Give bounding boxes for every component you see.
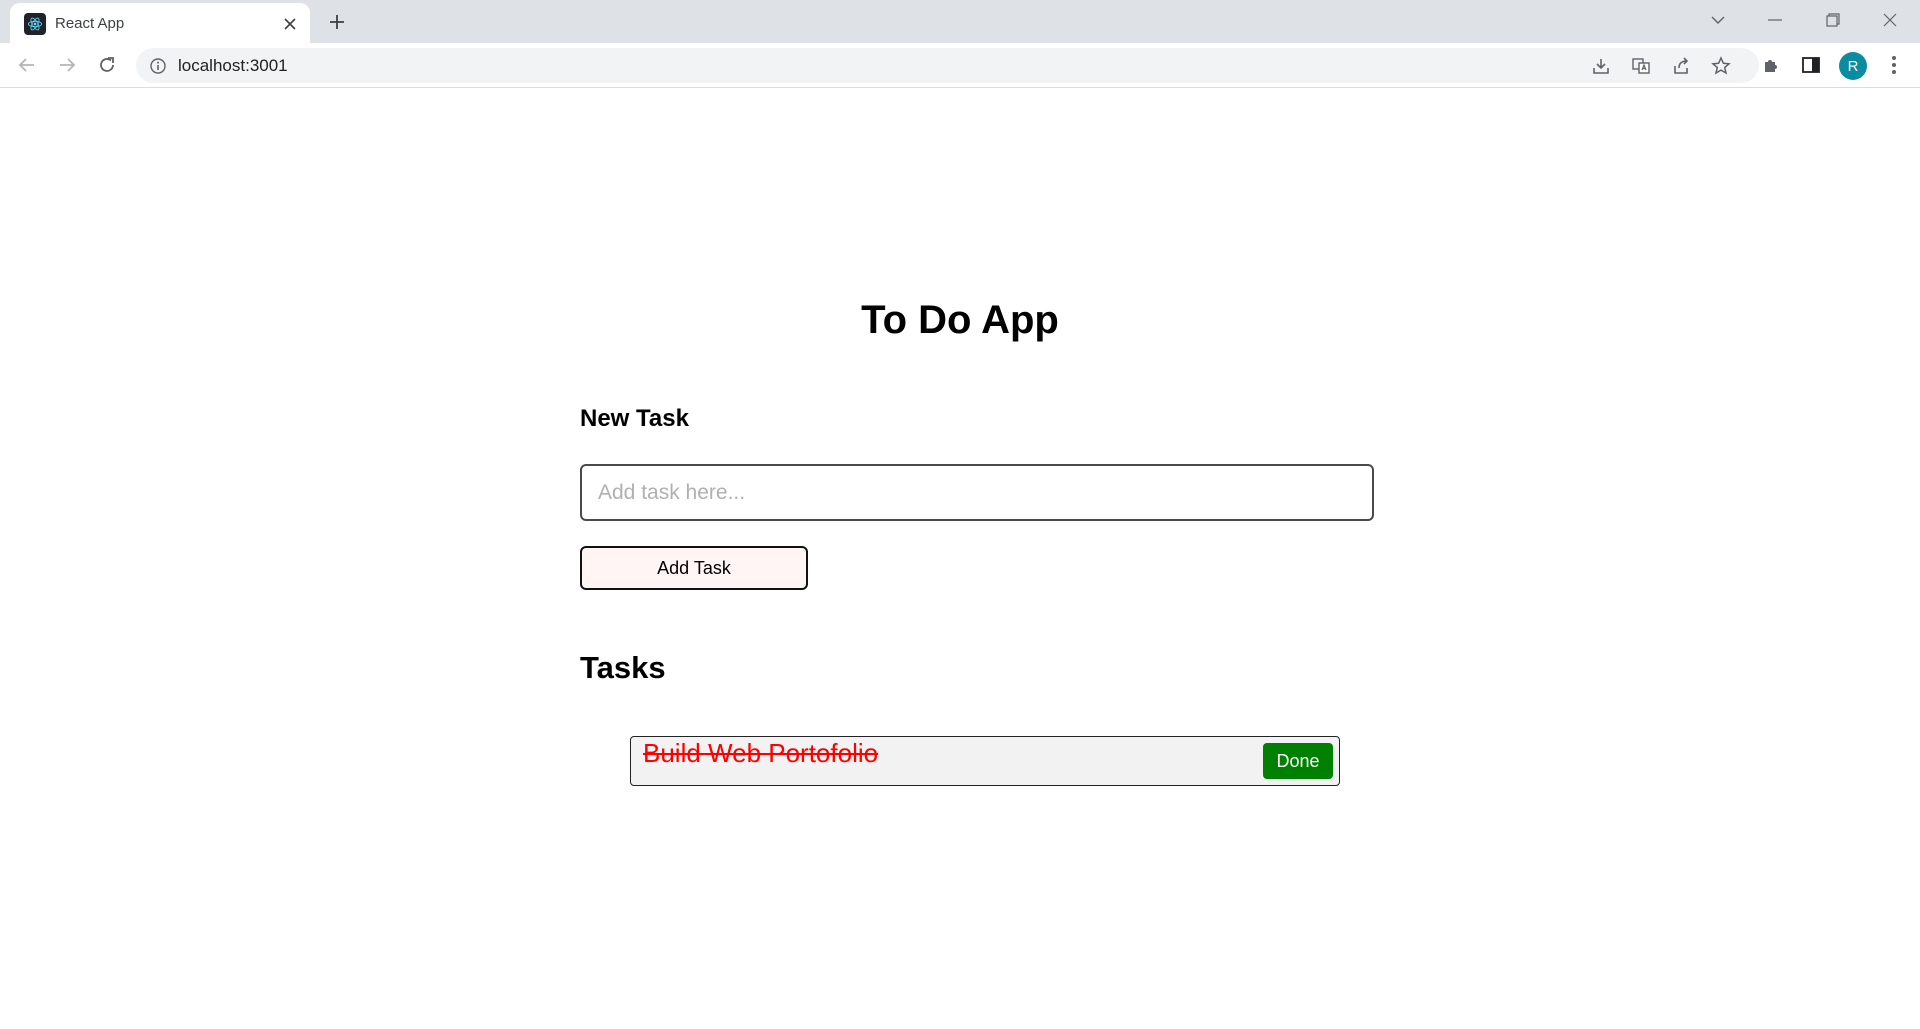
task-text: Build Web Portofolio bbox=[643, 738, 879, 768]
back-arrow-icon[interactable] bbox=[12, 50, 42, 80]
profile-avatar[interactable]: R bbox=[1839, 52, 1867, 80]
react-logo-icon bbox=[24, 13, 46, 35]
close-tab-icon[interactable] bbox=[278, 12, 302, 36]
browser-titlebar: React App bbox=[0, 0, 1920, 43]
tab-title: React App bbox=[55, 15, 125, 32]
minimize-icon[interactable] bbox=[1758, 6, 1792, 34]
reload-icon[interactable] bbox=[92, 50, 122, 80]
add-task-button[interactable]: Add Task bbox=[580, 546, 808, 590]
task-input[interactable] bbox=[580, 464, 1374, 521]
tab-search-icon[interactable] bbox=[1701, 6, 1735, 34]
address-bar[interactable]: localhost:3001 bbox=[136, 48, 1759, 83]
task-item: Build Web Portofolio Done bbox=[630, 736, 1340, 786]
share-icon[interactable] bbox=[1666, 51, 1696, 81]
new-task-heading: New Task bbox=[580, 405, 689, 432]
translate-icon[interactable] bbox=[1626, 51, 1656, 81]
side-panel-icon[interactable] bbox=[1796, 50, 1826, 80]
new-tab-icon[interactable] bbox=[324, 9, 350, 35]
forward-arrow-icon[interactable] bbox=[52, 50, 82, 80]
tasks-heading: Tasks bbox=[580, 650, 666, 685]
site-info-icon[interactable] bbox=[148, 56, 167, 75]
bookmark-star-icon[interactable] bbox=[1706, 51, 1736, 81]
app-title: To Do App bbox=[861, 298, 1059, 342]
restore-icon[interactable] bbox=[1816, 6, 1850, 34]
url-text[interactable]: localhost:3001 bbox=[178, 48, 288, 83]
install-app-icon[interactable] bbox=[1586, 51, 1616, 81]
close-window-icon[interactable] bbox=[1873, 6, 1907, 34]
page-content: To Do App New Task Add Task Tasks Build … bbox=[0, 89, 1920, 1029]
browser-toolbar: localhost:3001 R bbox=[0, 43, 1920, 88]
extensions-puzzle-icon[interactable] bbox=[1756, 50, 1786, 80]
browser-tab[interactable]: React App bbox=[10, 3, 310, 43]
done-button[interactable]: Done bbox=[1263, 743, 1333, 779]
more-menu-icon[interactable] bbox=[1879, 50, 1909, 80]
